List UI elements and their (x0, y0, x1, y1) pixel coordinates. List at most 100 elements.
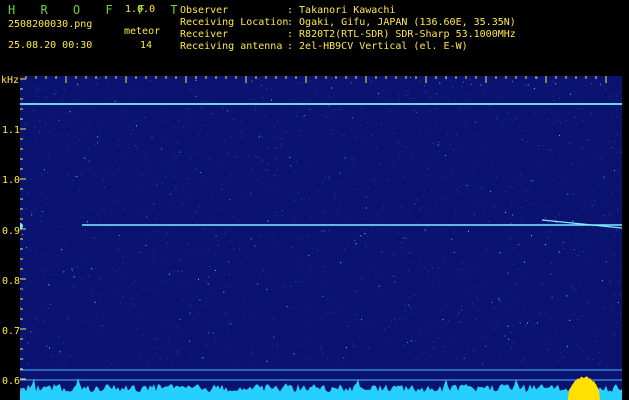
noise-dot (488, 105, 490, 107)
noise-dot (599, 184, 600, 186)
noise-dot (153, 324, 155, 326)
noise-dot (290, 307, 292, 309)
noise-dot (221, 188, 222, 190)
noise-dot (92, 322, 94, 324)
noise-dot (166, 233, 168, 235)
noise-dot (371, 80, 372, 82)
noise-dot (154, 347, 156, 349)
noise-dot (614, 293, 616, 295)
noise-dot (558, 156, 560, 158)
noise-dot (320, 349, 322, 350)
noise-dot (527, 141, 529, 143)
noise-dot (61, 249, 63, 251)
noise-dot (531, 144, 533, 146)
noise-dot (363, 290, 365, 292)
noise-dot (62, 100, 64, 102)
noise-dot (365, 218, 366, 219)
noise-dot (142, 334, 144, 336)
noise-dot (35, 199, 37, 201)
noise-dot (574, 116, 576, 118)
noise-dot (69, 111, 71, 113)
noise-dot (58, 134, 60, 136)
noise-dot (162, 105, 164, 107)
location-value: : Ogaki, Gifu, JAPAN (136.60E, 35.35N) (287, 17, 516, 28)
noise-dot (569, 319, 571, 321)
noise-dot (65, 77, 67, 79)
noise-dot (432, 281, 434, 283)
noise-dot (41, 174, 43, 176)
noise-dot (146, 216, 148, 218)
noise-dot (320, 230, 322, 232)
noise-dot (457, 314, 459, 316)
noise-dot (611, 147, 613, 149)
noise-dot (438, 284, 440, 285)
noise-dot (271, 187, 273, 189)
noise-dot (512, 341, 514, 343)
noise-dot (453, 231, 455, 233)
noise-dot (44, 169, 45, 171)
noise-dot (339, 202, 341, 204)
noise-dot (441, 339, 443, 341)
noise-dot (207, 222, 209, 224)
noise-dot (198, 205, 200, 207)
noise-dot (211, 319, 213, 321)
noise-dot (277, 241, 279, 243)
noise-dot (610, 133, 611, 135)
noise-dot (435, 205, 437, 207)
noise-dot (448, 320, 450, 322)
noise-dot (389, 146, 391, 148)
noise-dot (618, 281, 620, 283)
noise-dot (245, 242, 247, 244)
noise-dot (199, 321, 201, 323)
noise-dot (322, 352, 324, 354)
noise-dot (547, 222, 549, 224)
noise-dot (190, 157, 192, 159)
noise-dot (444, 323, 446, 325)
noise-dot (243, 302, 245, 304)
noise-dot (302, 116, 304, 118)
noise-dot (391, 111, 393, 113)
noise-dot (309, 269, 311, 271)
noise-dot (228, 273, 230, 275)
noise-dot (209, 292, 211, 294)
noise-dot (289, 196, 291, 198)
noise-dot (391, 76, 393, 78)
noise-dot (26, 328, 28, 330)
noise-dot (326, 312, 328, 314)
noise-dot (290, 315, 292, 317)
noise-dot (151, 357, 153, 359)
noise-dot (617, 207, 619, 209)
noise-dot (63, 89, 65, 91)
noise-dot (586, 139, 588, 141)
noise-dot (499, 352, 501, 354)
noise-dot (53, 190, 55, 192)
noise-dot (26, 247, 27, 249)
noise-dot (247, 256, 249, 258)
noise-dot (346, 347, 347, 349)
noise-dot (395, 276, 397, 278)
noise-dot (522, 130, 524, 132)
noise-dot (526, 190, 527, 192)
noise-dot (393, 275, 395, 277)
noise-dot (209, 113, 211, 115)
noise-dot (555, 83, 557, 85)
noise-dot (97, 293, 99, 295)
noise-dot (394, 324, 396, 326)
noise-dot (229, 240, 231, 241)
noise-dot (458, 270, 460, 272)
noise-dot (212, 332, 214, 334)
noise-dot (49, 105, 51, 106)
noise-dot (617, 302, 619, 303)
noise-dot (224, 140, 226, 142)
noise-dot (463, 81, 464, 83)
noise-dot (297, 257, 298, 259)
noise-dot (457, 358, 458, 360)
noise-dot (306, 99, 308, 101)
noise-dot (553, 282, 555, 284)
noise-dot (67, 147, 68, 149)
noise-dot (207, 332, 209, 334)
noise-dot (205, 180, 207, 182)
noise-dot (177, 270, 179, 272)
noise-dot (21, 335, 23, 337)
noise-dot (414, 295, 416, 297)
